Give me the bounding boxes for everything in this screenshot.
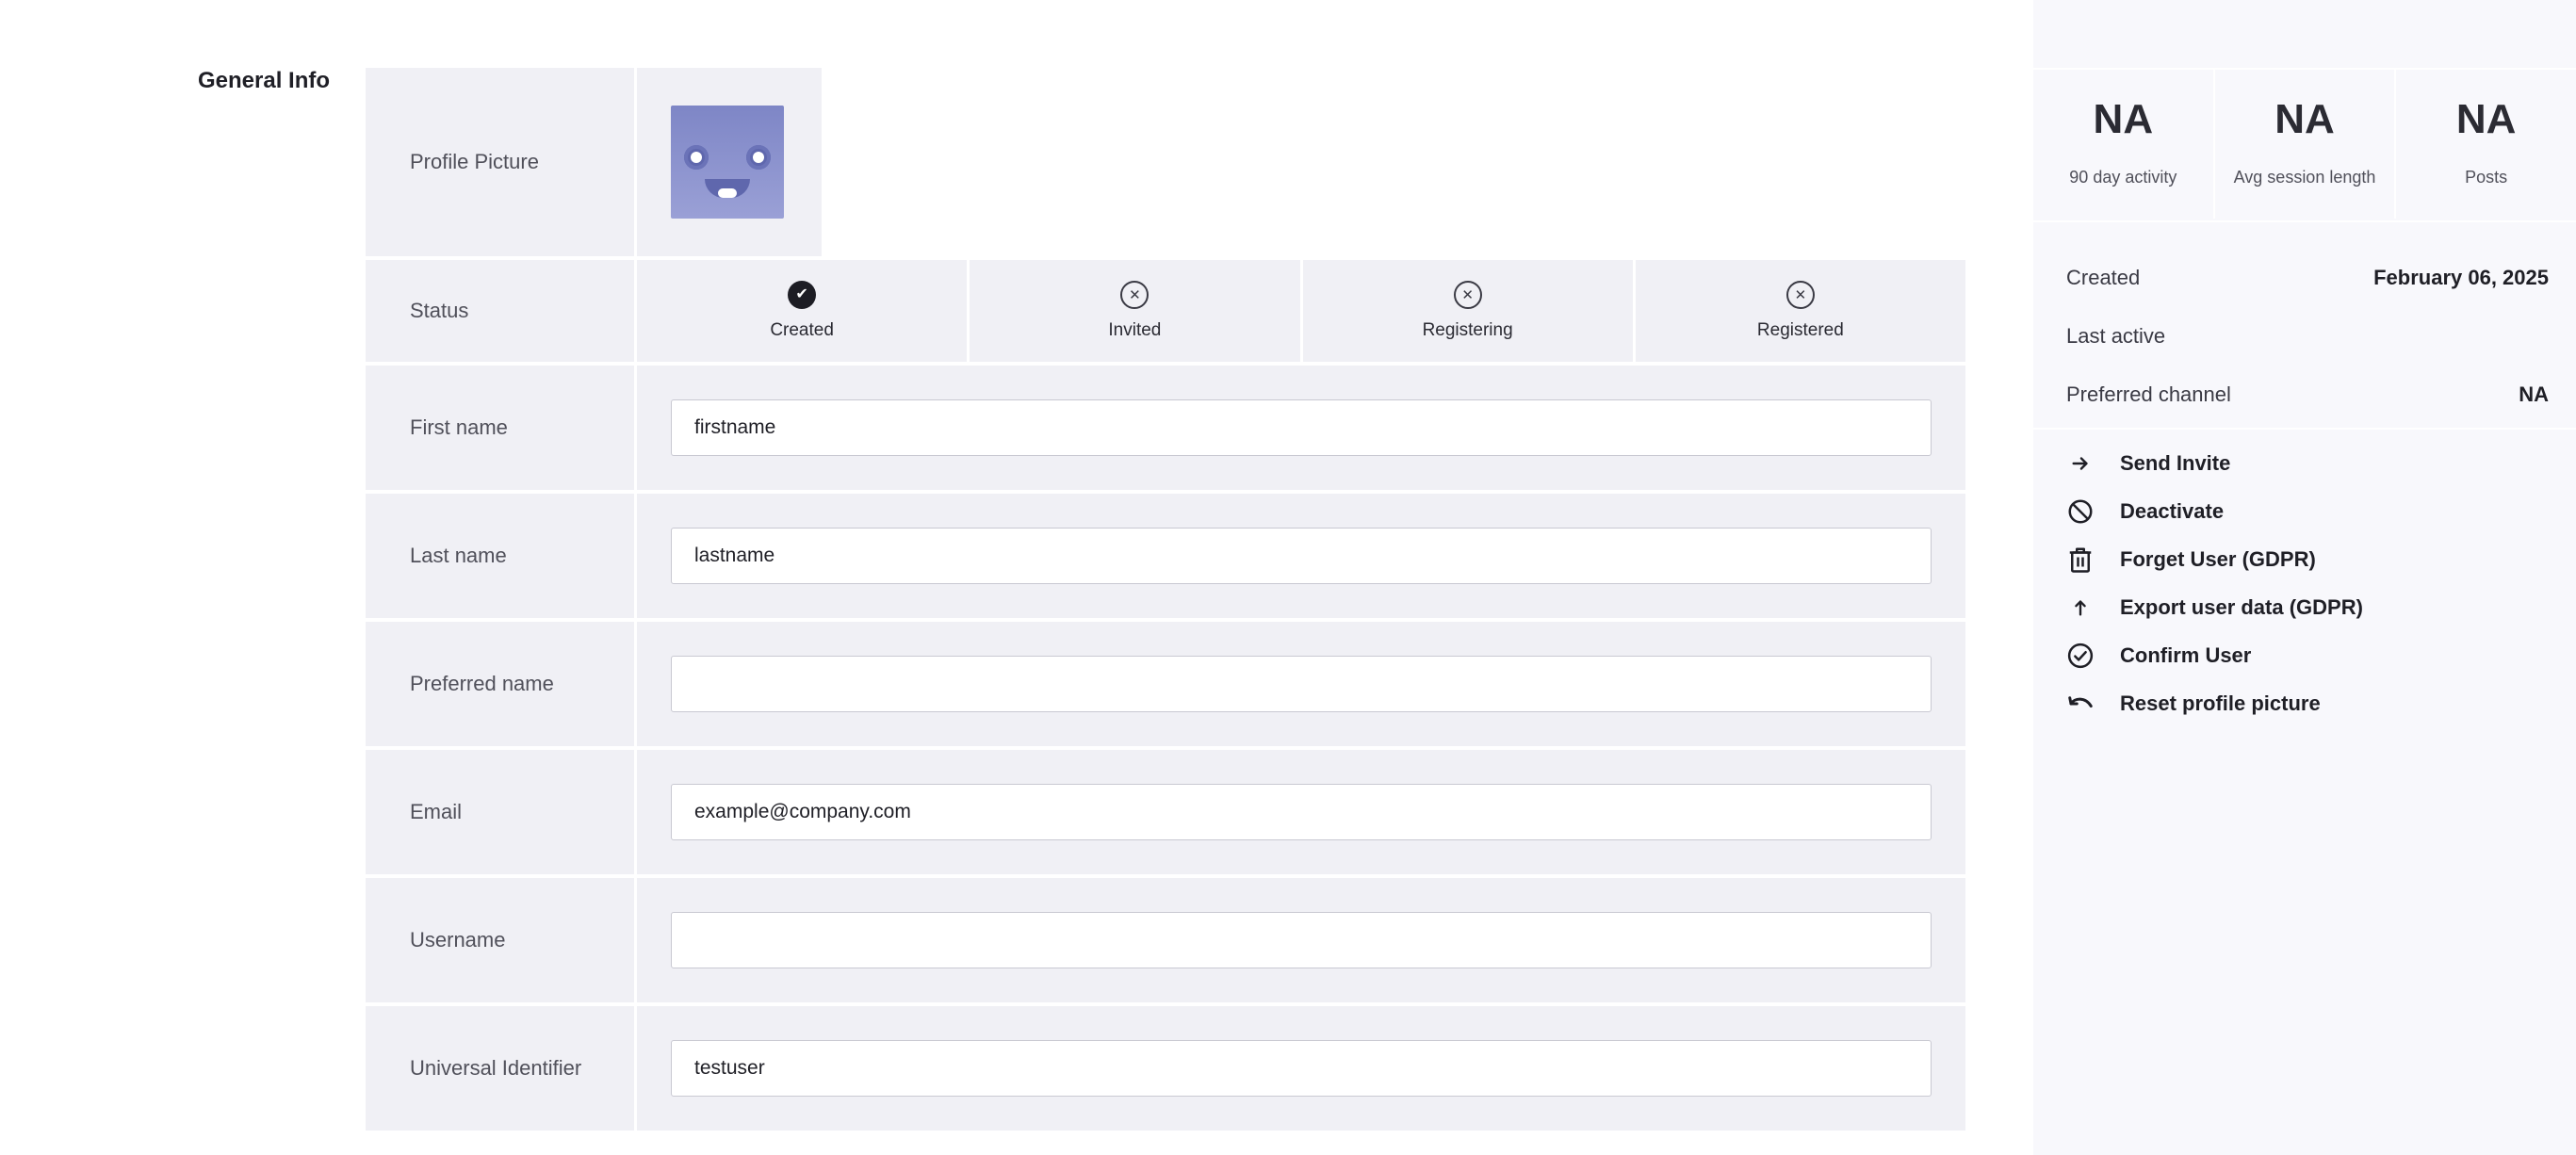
- avatar-right-eye: [746, 145, 771, 170]
- stat-label: Avg session length: [2233, 168, 2376, 187]
- meta-created: Created February 06, 2025: [2066, 249, 2549, 307]
- email-field[interactable]: example@company.com: [671, 784, 1932, 840]
- action-label: Forget User (GDPR): [2120, 546, 2316, 571]
- export-user-data-button[interactable]: Export user data (GDPR): [2064, 583, 2547, 631]
- divider: [2033, 68, 2576, 70]
- stat-90-day-activity: NA 90 day activity: [2033, 68, 2215, 219]
- status-step-label: Registered: [1756, 320, 1844, 340]
- deactivate-button[interactable]: Deactivate: [2064, 487, 2547, 535]
- username-row: Username: [366, 878, 1965, 1002]
- meta-label: Last active: [2066, 324, 2166, 348]
- trash-icon: [2064, 544, 2096, 576]
- preferred-name-label: Preferred name: [366, 622, 637, 746]
- stat-posts: NA Posts: [2396, 68, 2576, 219]
- stats-panel: NA 90 day activity NA Avg session length…: [2033, 68, 2576, 219]
- action-label: Send Invite: [2120, 450, 2231, 475]
- universal-identifier-field[interactable]: testuser: [671, 1040, 1932, 1097]
- avatar-left-eye: [684, 145, 709, 170]
- meta-preferred-channel: Preferred channel NA: [2066, 366, 2549, 424]
- status-step-created: ✔ Created: [637, 260, 970, 362]
- last-name-field[interactable]: lastname: [671, 528, 1932, 584]
- last-name-row: Last name lastname: [366, 494, 1965, 618]
- x-circle-icon: ✕: [1785, 281, 1815, 309]
- user-sidebar: NA 90 day activity NA Avg session length…: [2033, 0, 2576, 1155]
- first-name-label: First name: [366, 366, 637, 490]
- status-step-label: Created: [770, 320, 834, 340]
- profile-picture-label: Profile Picture: [366, 68, 637, 256]
- stat-value: NA: [2455, 96, 2517, 142]
- action-label: Export user data (GDPR): [2120, 594, 2363, 619]
- username-label: Username: [366, 878, 637, 1002]
- status-step-registered: ✕ Registered: [1636, 260, 1965, 362]
- check-circle-icon: ✔: [788, 281, 817, 309]
- arrow-up-icon: [2064, 592, 2096, 624]
- status-row: Status ✔ Created ✕ Invited ✕ Registering…: [366, 260, 1965, 362]
- stat-avg-session-length: NA Avg session length: [2215, 68, 2397, 219]
- preferred-name-field[interactable]: [671, 656, 1932, 712]
- stat-label: Posts: [2465, 168, 2508, 187]
- meta-value: NA: [2519, 382, 2549, 406]
- email-label: Email: [366, 750, 637, 874]
- stat-value: NA: [2093, 96, 2154, 142]
- reset-profile-picture-button[interactable]: Reset profile picture: [2064, 679, 2547, 727]
- status-step-registering: ✕ Registering: [1303, 260, 1636, 362]
- status-step-invited: ✕ Invited: [970, 260, 1303, 362]
- forget-user-button[interactable]: Forget User (GDPR): [2064, 535, 2547, 583]
- confirm-user-button[interactable]: Confirm User: [2064, 631, 2547, 679]
- first-name-field[interactable]: firstname: [671, 399, 1932, 456]
- universal-identifier-label: Universal Identifier: [366, 1006, 637, 1131]
- profile-picture-row: Profile Picture: [366, 68, 822, 256]
- stat-label: 90 day activity: [2069, 168, 2177, 187]
- preferred-name-row: Preferred name: [366, 622, 1965, 746]
- check-circle-outline-icon: [2064, 640, 2096, 672]
- general-info-form: Profile Picture Status ✔ Created ✕ Invit…: [366, 68, 1965, 1134]
- send-invite-button[interactable]: Send Invite: [2064, 439, 2547, 487]
- status-step-label: Invited: [1108, 320, 1162, 340]
- avatar[interactable]: [671, 106, 784, 219]
- x-circle-icon: ✕: [1120, 281, 1149, 309]
- universal-identifier-row: Universal Identifier testuser: [366, 1006, 1965, 1131]
- action-label: Reset profile picture: [2120, 691, 2321, 715]
- divider: [2033, 428, 2576, 430]
- avatar-mouth: [705, 179, 750, 198]
- x-circle-icon: ✕: [1453, 281, 1482, 309]
- meta-last-active: Last active: [2066, 307, 2549, 366]
- first-name-row: First name firstname: [366, 366, 1965, 490]
- status-steps: ✔ Created ✕ Invited ✕ Registering ✕ Regi…: [637, 260, 1965, 362]
- divider: [2033, 220, 2576, 222]
- username-field[interactable]: [671, 912, 1932, 968]
- action-label: Confirm User: [2120, 643, 2252, 667]
- undo-icon: [2064, 688, 2096, 720]
- meta-value: February 06, 2025: [2373, 266, 2549, 289]
- stat-value: NA: [2274, 96, 2335, 142]
- arrow-right-icon: [2064, 447, 2096, 480]
- user-actions: Send Invite Deactivate Forget User (GDPR…: [2064, 439, 2547, 727]
- ban-icon: [2064, 496, 2096, 528]
- status-label: Status: [366, 260, 637, 362]
- meta-label: Preferred channel: [2066, 382, 2231, 406]
- email-row: Email example@company.com: [366, 750, 1965, 874]
- section-title: General Info: [198, 68, 331, 93]
- last-name-label: Last name: [366, 494, 637, 618]
- user-meta: Created February 06, 2025 Last active Pr…: [2066, 249, 2549, 424]
- action-label: Deactivate: [2120, 498, 2225, 523]
- status-step-label: Registering: [1422, 320, 1513, 340]
- meta-label: Created: [2066, 266, 2141, 289]
